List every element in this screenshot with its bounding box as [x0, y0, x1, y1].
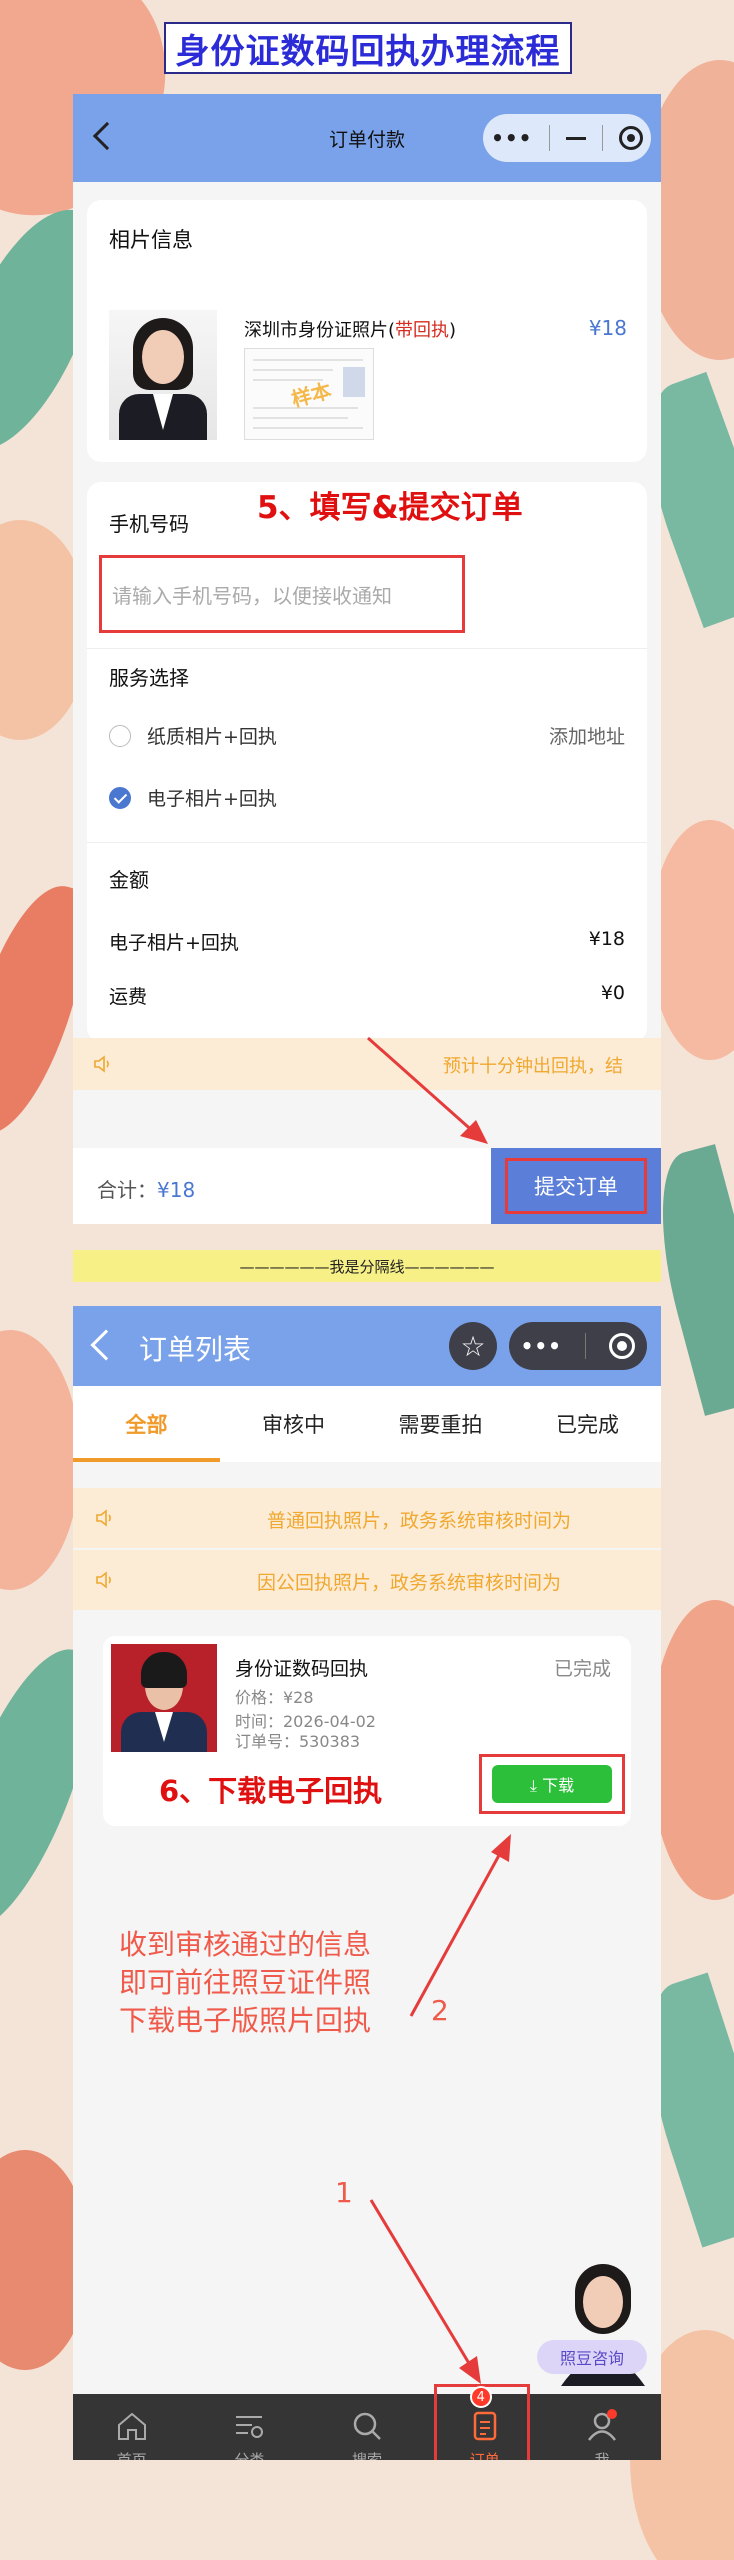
order-status: 已完成 — [553, 1658, 611, 1680]
order-name: 身份证数码回执 — [235, 1658, 369, 1680]
separator-line: ——————我是分隔线—————— — [73, 1250, 661, 1282]
red-arrow-to-submit — [367, 1036, 488, 1144]
phone-input[interactable]: 请输入手机号码，以便接收通知 — [99, 555, 465, 633]
consult-button[interactable]: 照豆咨询 — [537, 2340, 647, 2374]
tabbar-search[interactable]: 搜索 — [308, 2394, 426, 2460]
product-price: ¥18 — [588, 316, 627, 340]
nav-bar: 订单付款 ••• — [73, 94, 661, 182]
notice-text: 普通回执照片，政务系统审核时间为 — [267, 1510, 572, 1532]
step5-label: 5、填写&提交订单 — [257, 490, 523, 526]
step6-label: 6、下载电子回执 — [159, 1774, 383, 1808]
tab-reviewing[interactable]: 审核中 — [220, 1386, 367, 1462]
photo-info-card: 相片信息 深圳市身份证照片(带回执) ¥18 样本 — [87, 200, 647, 462]
order-icon — [473, 2411, 496, 2440]
nav-bar: 订单列表 ☆ ••• — [73, 1306, 661, 1386]
order-number: 订单号：530383 — [235, 1732, 361, 1751]
id-photo-portrait — [109, 310, 217, 440]
amount-label: 金额 — [109, 868, 149, 892]
tabbar-order[interactable]: 4 订单 — [426, 2384, 544, 2460]
more-dots-icon[interactable]: ••• — [521, 1334, 562, 1358]
tabbar-category[interactable]: 分类 — [191, 2394, 309, 2460]
tab-completed[interactable]: 已完成 — [514, 1386, 661, 1462]
amount-row: 运费 ¥0 — [109, 982, 625, 1008]
speaker-icon — [96, 1509, 111, 1527]
product-name: 深圳市身份证照片(带回执) — [244, 320, 457, 341]
category-icon — [236, 2415, 264, 2438]
tabbar-me[interactable]: 我 — [543, 2394, 661, 2460]
close-target-icon[interactable] — [618, 126, 643, 150]
order-badge: 4 — [469, 2386, 492, 2408]
customer-service-avatar[interactable] — [547, 2256, 659, 2396]
tabbar-home[interactable]: 首页 — [73, 2394, 191, 2460]
radio-checked-icon[interactable] — [109, 786, 131, 809]
home-icon — [117, 2412, 146, 2440]
order-card[interactable]: 身份证数码回执 已完成 价格：¥28 时间：2026-04-02 订单号：530… — [103, 1636, 631, 1826]
photo-info-title: 相片信息 — [109, 228, 193, 252]
speaker-icon — [94, 1055, 109, 1073]
mini-program-capsule: ••• — [509, 1322, 647, 1370]
minimize-icon[interactable] — [565, 136, 586, 140]
service-label: 服务选择 — [109, 666, 189, 690]
bottom-tab-bar: 首页 分类 搜索 4 订单 我 — [73, 2384, 661, 2460]
back-arrow-icon[interactable] — [90, 1329, 122, 1361]
instruction-caption: 收到审核通过的信息 即可前往照豆证件照 下载电子版照片回执 — [119, 1928, 372, 2037]
close-target-icon[interactable] — [609, 1333, 636, 1359]
order-price: 价格：¥28 — [235, 1688, 314, 1707]
tab-all[interactable]: 全部 — [73, 1386, 220, 1462]
star-icon[interactable]: ☆ — [449, 1322, 497, 1370]
service-option-paper[interactable]: 纸质相片+回执 — [109, 722, 277, 749]
tab-retake[interactable]: 需要重拍 — [367, 1386, 514, 1462]
receipt-sample-thumbnail[interactable]: 样本 — [244, 348, 374, 440]
service-option-electronic[interactable]: 电子相片+回执 — [109, 784, 277, 811]
submit-area: 提交订单 — [491, 1148, 661, 1224]
speaker-icon — [96, 1571, 111, 1589]
page-title-box: 身份证数码回执办理流程 — [164, 22, 572, 74]
page-title: 身份证数码回执办理流程 — [175, 31, 561, 72]
user-icon — [588, 2408, 618, 2441]
mini-program-capsule: ••• — [483, 114, 651, 162]
more-dots-icon[interactable]: ••• — [491, 126, 532, 150]
notice-bar: 普通回执照片，政务系统审核时间为 — [73, 1488, 661, 1548]
capsule-divider — [601, 125, 603, 151]
add-address-link[interactable]: 添加地址 — [549, 722, 625, 749]
red-arrow-to-download — [409, 1834, 511, 2017]
order-tabs: 全部 审核中 需要重拍 已完成 — [73, 1386, 661, 1462]
product-tag: 带回执 — [395, 320, 450, 341]
red-arrow-to-order-tab — [369, 2199, 481, 2384]
download-button[interactable]: ⤓ 下载 — [492, 1765, 612, 1803]
radio-unchecked-icon[interactable] — [109, 724, 131, 747]
phone-label: 手机号码 — [109, 512, 189, 536]
notice-text: 因公回执照片，政务系统审核时间为 — [257, 1572, 562, 1594]
order-photo — [111, 1644, 217, 1752]
submit-order-button[interactable]: 提交订单 — [505, 1158, 647, 1214]
order-list-screen: 订单列表 ☆ ••• 全部 审核中 需要重拍 已完成 普通回执照片，政务系统审核… — [73, 1306, 661, 2460]
order-form-card: 手机号码 5、填写&提交订单 请输入手机号码，以便接收通知 服务选择 纸质相片+… — [87, 482, 647, 1042]
total-amount: 合计：¥18 — [97, 1178, 196, 1202]
notice-bar: 因公回执照片，政务系统审核时间为 — [73, 1550, 661, 1610]
capsule-divider — [585, 1333, 587, 1359]
nav-title: 订单列表 — [139, 1333, 252, 1366]
capsule-divider — [548, 125, 550, 151]
amount-row: 电子相片+回执 ¥18 — [109, 928, 625, 954]
checkout-bar: 合计：¥18 提交订单 — [73, 1148, 661, 1224]
search-icon — [353, 2412, 381, 2440]
step-number-1: 1 — [335, 2176, 353, 2209]
download-highlight-frame: ⤓ 下载 — [479, 1754, 625, 1814]
